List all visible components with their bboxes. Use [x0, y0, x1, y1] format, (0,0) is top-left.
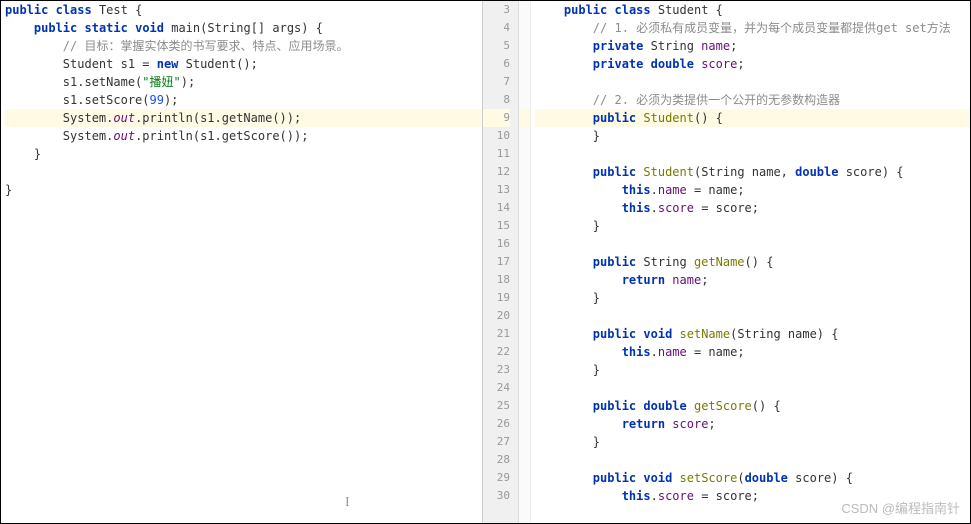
code-line[interactable]: public void setName(String name) {: [535, 325, 970, 343]
code-line[interactable]: System.out.println(s1.getScore());: [5, 127, 482, 145]
code-line[interactable]: private String name;: [535, 37, 970, 55]
code-line[interactable]: [535, 451, 970, 469]
code-line[interactable]: public Student(String name, double score…: [535, 163, 970, 181]
code-line[interactable]: [5, 163, 482, 181]
code-line[interactable]: this.name = name;: [535, 343, 970, 361]
code-line[interactable]: // 2. 必须为类提供一个公开的无参数构造器: [535, 91, 970, 109]
code-line[interactable]: }: [535, 433, 970, 451]
code-line[interactable]: s1.setName("播妞");: [5, 73, 482, 91]
code-line[interactable]: }: [5, 145, 482, 163]
code-line[interactable]: public String getName() {: [535, 253, 970, 271]
editor-split-view: public class Test { public static void m…: [1, 1, 970, 523]
code-line[interactable]: return name;: [535, 271, 970, 289]
text-cursor-icon: I: [345, 495, 350, 511]
code-line[interactable]: }: [535, 361, 970, 379]
code-line[interactable]: public class Student {: [535, 1, 970, 19]
code-line[interactable]: this.name = name;: [535, 181, 970, 199]
code-line[interactable]: Student s1 = new Student();: [5, 55, 482, 73]
code-line[interactable]: }: [535, 127, 970, 145]
right-editor-pane[interactable]: 3456789101112131415161718192021222324252…: [483, 1, 970, 523]
code-line[interactable]: }: [535, 217, 970, 235]
left-editor-pane[interactable]: public class Test { public static void m…: [1, 1, 483, 523]
right-line-gutter: 3456789101112131415161718192021222324252…: [483, 1, 519, 523]
code-line[interactable]: public Student() {: [535, 109, 970, 127]
right-code-area[interactable]: public class Student { // 1. 必须私有成员变量，并为…: [531, 1, 970, 523]
code-line[interactable]: return score;: [535, 415, 970, 433]
code-line[interactable]: [535, 379, 970, 397]
code-line[interactable]: this.score = score;: [535, 199, 970, 217]
code-line[interactable]: private double score;: [535, 55, 970, 73]
code-line[interactable]: this.score = score;: [535, 487, 970, 505]
code-line[interactable]: }: [5, 181, 482, 199]
code-line[interactable]: [535, 73, 970, 91]
code-line[interactable]: s1.setScore(99);: [5, 91, 482, 109]
code-line[interactable]: System.out.println(s1.getName());: [5, 109, 482, 127]
code-line[interactable]: [535, 145, 970, 163]
code-line[interactable]: }: [535, 289, 970, 307]
code-line[interactable]: // 目标：掌握实体类的书写要求、特点、应用场景。: [5, 37, 482, 55]
code-line[interactable]: public static void main(String[] args) {: [5, 19, 482, 37]
code-line[interactable]: [535, 307, 970, 325]
code-line[interactable]: // 1. 必须私有成员变量，并为每个成员变量都提供get set方法: [535, 19, 970, 37]
right-gutter-markers: [519, 1, 531, 523]
code-line[interactable]: [535, 235, 970, 253]
code-line[interactable]: public double getScore() {: [535, 397, 970, 415]
left-code-area[interactable]: public class Test { public static void m…: [1, 1, 482, 199]
code-line[interactable]: public class Test {: [5, 1, 482, 19]
code-line[interactable]: public void setScore(double score) {: [535, 469, 970, 487]
